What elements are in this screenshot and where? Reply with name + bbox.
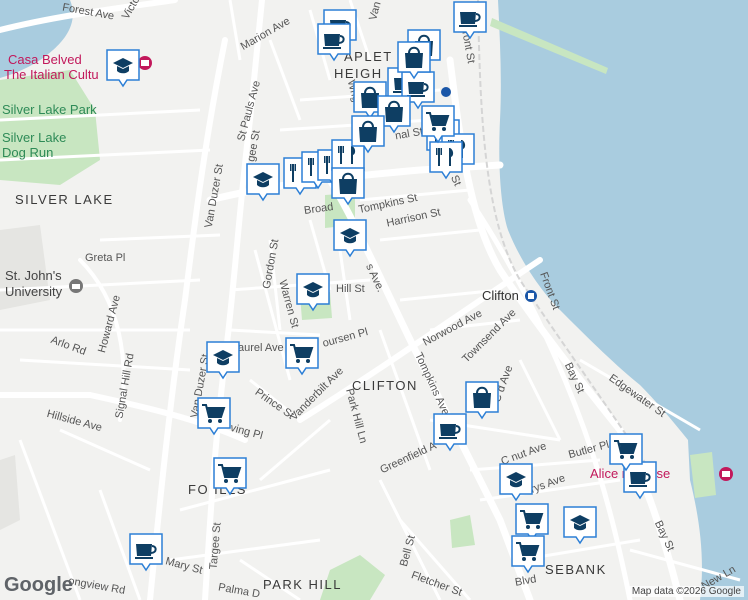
museum-marker-icon-2[interactable]: [718, 466, 734, 482]
place-label-clifton-station[interactable]: Clifton: [482, 288, 519, 303]
cafe-icon[interactable]: [452, 0, 488, 40]
neighborhood-label-clifton: CLIFTON: [352, 378, 418, 393]
shopping-bag-icon[interactable]: [350, 114, 386, 154]
place-label-silver-lake-park[interactable]: Silver Lake Park: [2, 102, 97, 117]
restaurant-icon[interactable]: [428, 140, 464, 180]
shopping-bag-icon[interactable]: [464, 380, 500, 420]
school-icon[interactable]: [245, 162, 281, 202]
shopping-bag-icon[interactable]: [396, 40, 432, 80]
grocery-cart-icon[interactable]: [510, 534, 546, 574]
shopping-bag-icon[interactable]: [330, 166, 366, 206]
school-icon[interactable]: [498, 462, 534, 502]
grocery-cart-icon[interactable]: [608, 432, 644, 472]
university-marker-icon[interactable]: [68, 278, 84, 294]
map-canvas[interactable]: SILVER LAKE CLIFTON PARK HILL FO ILLS AP…: [0, 0, 748, 600]
school-icon[interactable]: [205, 340, 241, 380]
grocery-cart-icon[interactable]: [420, 104, 456, 144]
place-label-casa-belvedere[interactable]: Casa Belved: [8, 52, 82, 67]
google-logo[interactable]: Google: [4, 574, 73, 597]
neighborhood-label-heights: HEIGH: [334, 66, 383, 81]
street-label-laurel-ave: aurel Ave: [238, 342, 284, 354]
school-icon[interactable]: [295, 272, 331, 312]
map-attribution[interactable]: Map data ©2026 Google: [628, 586, 744, 597]
place-label-st-johns-1[interactable]: St. John's: [5, 268, 62, 283]
school-icon[interactable]: [105, 48, 141, 88]
place-label-italian-culture[interactable]: The Italian Cultu: [4, 67, 99, 82]
neighborhood-label-silver-lake: SILVER LAKE: [15, 192, 114, 207]
place-label-st-johns-2[interactable]: University: [5, 284, 62, 299]
grocery-cart-icon[interactable]: [284, 336, 320, 376]
place-label-silver-lake-dog-run-1[interactable]: Silver Lake: [2, 130, 66, 145]
train-station-icon[interactable]: [524, 289, 538, 303]
cafe-icon[interactable]: [432, 412, 468, 452]
street-label-greta-pl: Greta Pl: [85, 252, 126, 264]
street-label-hill-st: Hill St: [336, 283, 365, 295]
place-label-silver-lake-dog-run-2[interactable]: Dog Run: [2, 145, 53, 160]
school-icon[interactable]: [562, 505, 598, 545]
cafe-icon[interactable]: [128, 532, 164, 572]
neighborhood-label-park-hill: PARK HILL: [263, 577, 343, 592]
cafe-icon[interactable]: [316, 22, 352, 62]
transit-marker-icon[interactable]: [440, 86, 452, 98]
grocery-cart-icon[interactable]: [196, 396, 232, 436]
grocery-cart-icon[interactable]: [212, 456, 248, 496]
neighborhood-label-rosebank: SEBANK: [545, 562, 607, 577]
school-icon[interactable]: [332, 218, 368, 258]
